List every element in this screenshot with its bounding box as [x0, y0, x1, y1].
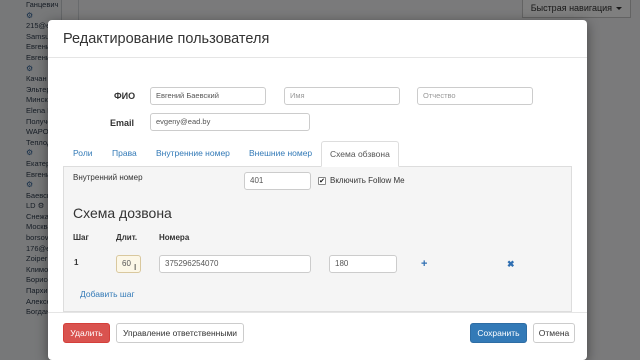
tab-rights[interactable]: Права [112, 141, 137, 167]
add-step-link[interactable]: Добавить шаг [80, 289, 135, 299]
internal-number-field[interactable]: 401 [244, 172, 311, 190]
tab-external-numbers[interactable]: Внешние номер [249, 141, 312, 167]
phone-number-field[interactable]: 375296254070 [159, 255, 311, 273]
follow-me-checkbox[interactable]: ✔ [318, 177, 326, 185]
edit-user-modal: Редактирование пользователя ФИО Евгений … [48, 20, 587, 360]
duration-column-header: Длит. [116, 233, 138, 242]
internal-number-label: Внутренний номер [73, 173, 143, 182]
patronymic-field[interactable]: Отчество [417, 87, 533, 105]
text-cursor-icon: I [134, 263, 137, 272]
add-number-icon[interactable]: + [421, 258, 427, 270]
follow-me-label: Включить Follow Me [330, 176, 405, 185]
modal-title: Редактирование пользователя [63, 31, 270, 47]
timeout-field[interactable]: 180 [329, 255, 397, 273]
delete-button[interactable]: Удалить [63, 323, 110, 343]
manage-responsible-button[interactable]: Управление ответственными [116, 323, 244, 343]
tab-roles[interactable]: Роли [73, 141, 93, 167]
first-name-field[interactable]: Имя [284, 87, 400, 105]
email-field[interactable]: evgeny@ead.by [150, 113, 310, 131]
step-column-header: Шаг [73, 233, 89, 242]
tab-internal-numbers[interactable]: Внутренние номер [156, 141, 230, 167]
fio-label: ФИО [114, 91, 136, 101]
email-label: Email [110, 118, 135, 128]
cancel-button[interactable]: Отмена [533, 323, 575, 343]
modal-body: ФИО Евгений Баевский Имя Отчество Email … [48, 58, 587, 318]
numbers-column-header: Номера [159, 233, 190, 242]
modal-footer: Удалить Управление ответственными Сохран… [48, 312, 587, 360]
call-scheme-title: Схема дозвона [73, 205, 172, 221]
duration-field[interactable]: 60 [116, 255, 141, 273]
step-number: 1 [74, 258, 79, 267]
tab-call-scheme[interactable]: Схема обзвона [321, 141, 399, 167]
save-button[interactable]: Сохранить [470, 323, 527, 343]
user-tabs: Роли Права Внутренние номер Внешние номе… [63, 141, 572, 167]
last-name-field[interactable]: Евгений Баевский [150, 87, 266, 105]
call-scheme-panel: Внутренний номер 401 ✔ Включить Follow M… [63, 167, 572, 312]
modal-header: Редактирование пользователя [48, 20, 587, 58]
remove-step-icon[interactable]: ✖ [507, 259, 515, 270]
